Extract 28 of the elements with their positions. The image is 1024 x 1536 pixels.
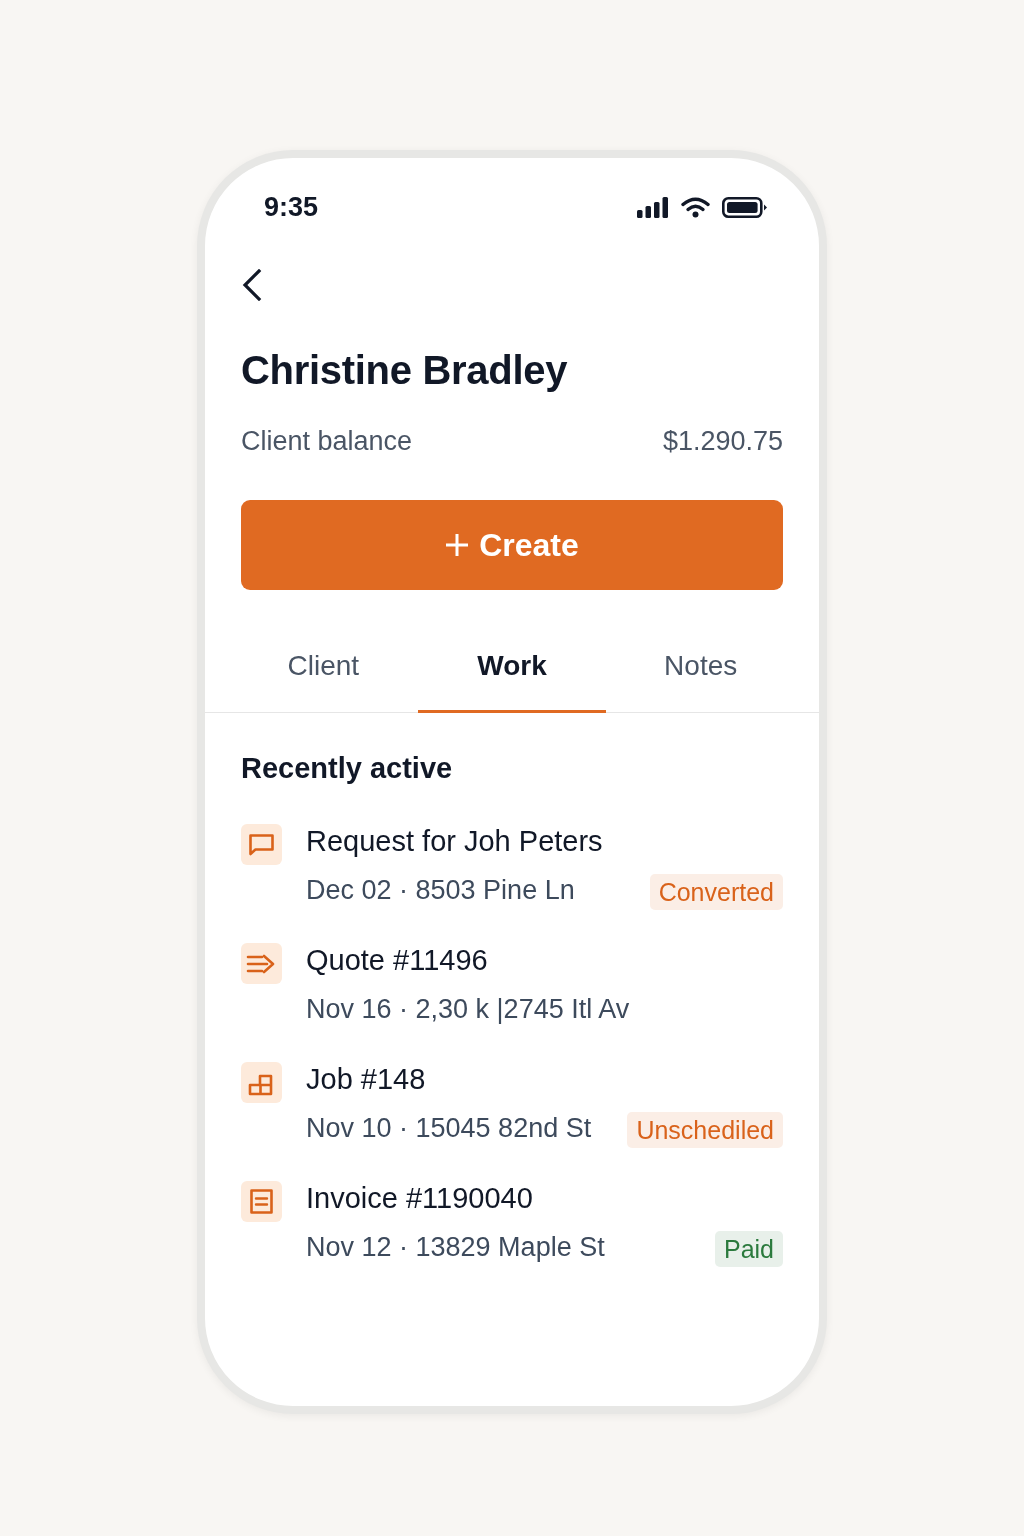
item-details: Nov 12 · 13829 Maple St: [306, 1231, 605, 1263]
plus-icon: [445, 533, 470, 557]
chevron-left-icon[interactable]: [242, 269, 262, 301]
document-icon: [241, 1181, 282, 1222]
status-badge: Converted: [649, 874, 783, 910]
client-name: Christine Bradley: [241, 347, 569, 393]
balance-label: Client balance: [241, 425, 413, 457]
blocks-icon: [241, 1062, 282, 1103]
battery-icon: [722, 196, 767, 218]
arrow-right-icon: [241, 943, 282, 984]
status-badge: Paid: [714, 1231, 783, 1267]
item-title: Quote #11496: [306, 943, 489, 977]
wifi-icon: [681, 196, 710, 218]
item-title: Job #148: [306, 1062, 427, 1096]
item-title: Invoice #1190040: [306, 1181, 534, 1215]
item-details: Nov 16 · 2,30 k |2745 Itl Av: [306, 993, 630, 1025]
tab[interactable]: Client: [229, 624, 418, 713]
item-details: Dec 02 · 8503 Pine Ln: [306, 874, 575, 906]
item-title: Request for Joh Peters: [306, 824, 604, 858]
status-badge: Unschediled: [627, 1112, 783, 1148]
balance-amount: $1.290.75: [662, 425, 783, 457]
signal-icon: [637, 196, 669, 218]
status-time: 9:35: [264, 192, 319, 222]
speech-bubble-icon: [241, 824, 282, 865]
section-title: Recently active: [241, 751, 454, 785]
tab[interactable]: Notes: [606, 624, 795, 713]
item-details: Nov 10 · 15045 82nd St: [306, 1112, 592, 1144]
tab[interactable]: Work: [417, 624, 607, 713]
